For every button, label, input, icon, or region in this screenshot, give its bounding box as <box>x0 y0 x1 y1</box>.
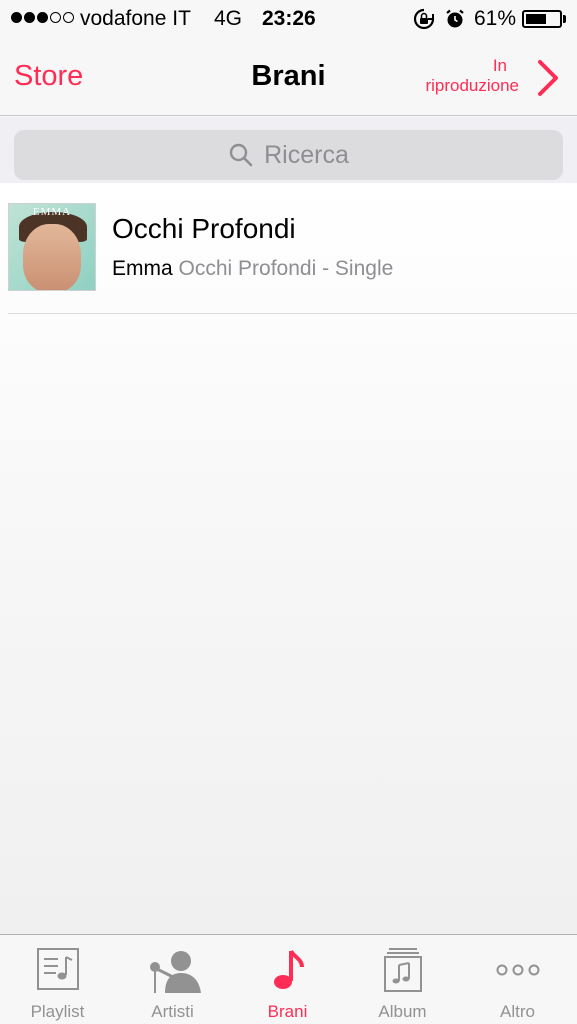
tab-album[interactable]: Album <box>345 935 460 1024</box>
carrier-name: vodafone IT <box>80 7 191 30</box>
artwork-text: EMMA <box>32 206 72 218</box>
now-playing-label-line2: riproduzione <box>425 76 519 95</box>
battery-tip <box>563 15 566 23</box>
status-bar: vodafone IT 4G 23:26 61% <box>0 0 577 38</box>
battery-icon <box>522 10 562 28</box>
tab-label: Artisti <box>151 1002 194 1021</box>
tab-label: Brani <box>267 1002 308 1021</box>
playlist-icon <box>36 948 79 990</box>
status-time: 23:26 <box>262 7 316 30</box>
tab-bar: Playlist Artisti Brani Album Altro <box>0 934 577 1024</box>
tab-playlist[interactable]: Playlist <box>0 935 115 1024</box>
artist-icon <box>149 951 201 993</box>
rotation-lock-icon <box>413 8 435 30</box>
tab-artisti[interactable]: Artisti <box>115 935 230 1024</box>
album-icon <box>383 948 422 992</box>
list-item[interactable]: EMMA Occhi Profondi Emma Occhi Profondi … <box>0 199 577 314</box>
search-input[interactable]: Ricerca <box>14 130 563 180</box>
music-note-icon <box>273 949 304 989</box>
signal-dot <box>50 12 61 23</box>
song-album: Occhi Profondi - Single <box>178 257 394 280</box>
song-title: Occhi Profondi <box>112 213 296 244</box>
battery-level <box>526 14 546 24</box>
now-playing-label-line1: In <box>492 56 507 75</box>
more-icon <box>496 964 539 976</box>
tab-altro[interactable]: Altro <box>460 935 575 1024</box>
alarm-icon <box>446 9 464 28</box>
song-subtitle: Emma Occhi Profondi - Single <box>112 257 393 281</box>
chevron-right-icon <box>538 60 558 96</box>
search-icon <box>229 143 253 167</box>
signal-dot <box>63 12 74 23</box>
signal-dot <box>11 12 22 23</box>
signal-dot <box>24 12 35 23</box>
tab-label: Album <box>378 1002 427 1021</box>
signal-strength-icon <box>11 12 74 23</box>
row-divider <box>8 313 577 314</box>
tab-brani[interactable]: Brani <box>230 935 345 1024</box>
battery-percentage: 61% <box>474 7 517 30</box>
signal-dot <box>37 12 48 23</box>
search-placeholder: Ricerca <box>264 140 349 169</box>
tab-label: Playlist <box>30 1002 85 1021</box>
network-type: 4G <box>214 7 243 30</box>
tab-label: Altro <box>500 1002 535 1021</box>
search-area: Ricerca <box>0 117 577 183</box>
song-artist: Emma <box>112 257 173 280</box>
album-artwork: EMMA <box>8 203 96 291</box>
navigation-bar: Store Brani In riproduzione <box>0 38 577 116</box>
artwork-face <box>23 224 81 290</box>
song-list: EMMA Occhi Profondi Emma Occhi Profondi … <box>0 183 577 934</box>
now-playing-button[interactable]: In riproduzione <box>405 54 565 104</box>
